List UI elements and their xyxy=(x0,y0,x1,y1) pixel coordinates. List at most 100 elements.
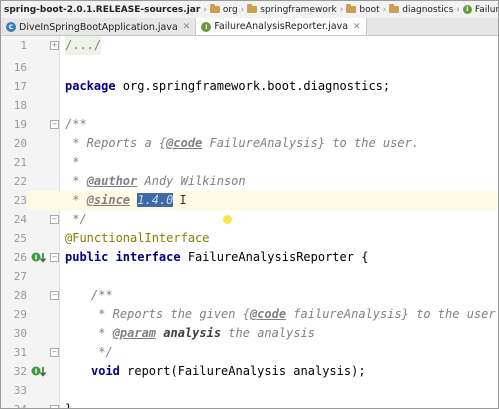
code-line[interactable]: 20 * Reports a {@code FailureAnalysis} t… xyxy=(1,134,498,153)
package-name: org.springframework.boot.diagnostics; xyxy=(115,79,391,93)
code-line[interactable]: 1 + /.../ xyxy=(1,36,498,55)
code-line[interactable]: 16 xyxy=(1,58,498,77)
package-declaration: package org.springframework.boot.diagnos… xyxy=(65,77,390,96)
javadoc-line: * @author Andy Wilkinson xyxy=(65,172,246,191)
breadcrumb-label: spring-boot-2.0.1.RELEASE-sources.jar xyxy=(4,4,201,15)
keyword: package xyxy=(65,79,116,93)
implemented-method-icon[interactable]: I xyxy=(31,251,47,264)
line-number: 20 xyxy=(13,137,27,150)
code-line[interactable]: 18 xyxy=(1,96,498,115)
comment-text: the analysis xyxy=(221,326,315,340)
javadoc-line: * @param analysis the analysis xyxy=(91,324,315,343)
javadoc-tag: @since xyxy=(86,193,131,207)
breadcrumb-diagnostics[interactable]: diagnostics xyxy=(389,4,454,15)
code-line[interactable]: 27 xyxy=(1,267,498,286)
mouse-highlight-indicator xyxy=(223,215,232,224)
breadcrumb-label: springframework xyxy=(260,4,337,15)
close-icon[interactable]: ✕ xyxy=(183,22,191,32)
javadoc-tag: @code xyxy=(166,136,203,150)
tab-dive-in-spring-boot-application[interactable]: C DiveInSpringBootApplication.java ✕ xyxy=(1,19,197,35)
implemented-method-icon[interactable]: I xyxy=(31,365,47,378)
code-line[interactable]: 22 * @author Andy Wilkinson xyxy=(1,172,498,191)
breadcrumb-label: FailureAnalysisReporter xyxy=(474,4,498,15)
code-line[interactable]: 32 I void report(FailureAnalysis analysi… xyxy=(1,362,498,381)
line-number: 26 xyxy=(13,251,27,264)
folder-icon xyxy=(346,4,357,13)
chevron-right-icon: › xyxy=(240,4,245,15)
breadcrumb-label: boot xyxy=(359,4,380,15)
svg-text:I: I xyxy=(35,254,38,262)
breadcrumb: spring-boot-2.0.1.RELEASE-sources.jar › … xyxy=(1,1,498,18)
interface-name: FailureAnalysisReporter { xyxy=(180,250,369,264)
fold-icon[interactable]: + xyxy=(50,41,59,50)
code-line[interactable]: 29 * Reports the given {@code failureAna… xyxy=(1,305,498,324)
line-number: 24 xyxy=(13,213,27,226)
javadoc-tag: @param xyxy=(112,326,157,340)
tab-label: FailureAnalysisReporter.java xyxy=(214,21,349,32)
comment-text: * xyxy=(65,174,87,188)
breadcrumb-label: org xyxy=(222,4,238,15)
code-line[interactable]: 33 xyxy=(1,381,498,400)
code-line[interactable]: 28 − /** xyxy=(1,286,498,305)
chevron-right-icon: › xyxy=(456,4,460,15)
folder-icon xyxy=(247,4,258,13)
fold-icon[interactable]: − xyxy=(50,348,59,357)
keyword: void xyxy=(91,364,120,378)
javadoc-close: */ xyxy=(65,212,87,226)
text-selection[interactable]: 1.4.0 xyxy=(137,193,174,207)
tab-label: DiveInSpringBootApplication.java xyxy=(19,21,178,33)
breadcrumb-boot[interactable]: boot xyxy=(346,4,380,15)
code-line[interactable]: 19 − /** xyxy=(1,115,498,134)
line-number: 21 xyxy=(13,156,27,169)
chevron-right-icon: › xyxy=(203,4,207,15)
breadcrumb-failure-analysis-reporter[interactable]: IFailureAnalysisReporter xyxy=(462,4,498,15)
breadcrumb-org[interactable]: org xyxy=(209,4,238,15)
code-line[interactable]: 31 − */ xyxy=(1,343,498,362)
close-icon[interactable]: ✕ xyxy=(353,22,361,32)
breadcrumb-springframework[interactable]: springframework xyxy=(247,4,337,15)
line-number: 27 xyxy=(13,270,27,283)
javadoc-open: /** xyxy=(91,288,113,302)
folder-icon xyxy=(389,4,400,13)
code-line[interactable]: 26 I − public interface FailureAnalysisR… xyxy=(1,248,498,267)
line-number: 19 xyxy=(13,118,27,131)
current-code-line[interactable]: 23 * @since 1.4.0 I xyxy=(1,191,498,210)
breadcrumb-jar[interactable]: spring-boot-2.0.1.RELEASE-sources.jar xyxy=(4,5,200,15)
folded-imports[interactable]: /.../ xyxy=(65,36,102,55)
javadoc-tag: @code xyxy=(249,307,287,321)
comment-text: * xyxy=(91,326,113,340)
comment-text: * Reports a { xyxy=(65,136,167,150)
method-declaration: void report(FailureAnalysis analysis); xyxy=(91,362,366,381)
tab-failure-analysis-reporter[interactable]: I FailureAnalysisReporter.java ✕ xyxy=(196,18,367,35)
code-line[interactable]: 25 @FunctionalInterface xyxy=(1,229,498,248)
closing-brace: } xyxy=(65,402,73,409)
code-line[interactable]: 34 − } xyxy=(1,400,498,409)
code-editor[interactable]: 1 + /.../ 16 17 package org.springframew… xyxy=(1,36,498,408)
chevron-right-icon: › xyxy=(339,4,344,15)
param-name: analysis xyxy=(156,326,222,340)
line-number: 28 xyxy=(13,289,27,302)
fold-icon[interactable]: − xyxy=(50,120,59,129)
javadoc-line: * @since 1.4.0 I xyxy=(65,191,187,210)
fold-icon[interactable]: − xyxy=(50,291,59,300)
fold-icon[interactable]: − xyxy=(50,405,59,408)
comment-text: FailureAnalysis} to the user. xyxy=(202,136,420,150)
comment-text: * xyxy=(65,193,87,207)
breadcrumb-label: diagnostics xyxy=(402,4,454,15)
fold-icon[interactable]: − xyxy=(50,253,59,262)
line-number: 23 xyxy=(1,191,27,210)
code-line[interactable]: 17 package org.springframework.boot.diag… xyxy=(1,77,498,96)
method-signature: report(FailureAnalysis analysis); xyxy=(119,364,366,378)
chevron-right-icon: › xyxy=(382,4,387,15)
code-line[interactable]: 24 − */ xyxy=(1,210,498,229)
line-number: 31 xyxy=(13,346,27,359)
fold-icon[interactable]: − xyxy=(50,215,59,224)
ide-window: spring-boot-2.0.1.RELEASE-sources.jar › … xyxy=(0,0,499,409)
comment-text: failureAnalysis} to the user. xyxy=(286,307,499,321)
text-cursor-icon: I xyxy=(179,193,187,207)
code-line[interactable]: 30 * @param analysis the analysis xyxy=(1,324,498,343)
keyword: public interface xyxy=(65,250,181,264)
comment-text: Andy Wilkinson xyxy=(137,174,246,188)
javadoc-open: /** xyxy=(65,117,87,131)
code-line[interactable]: 21 * xyxy=(1,153,498,172)
